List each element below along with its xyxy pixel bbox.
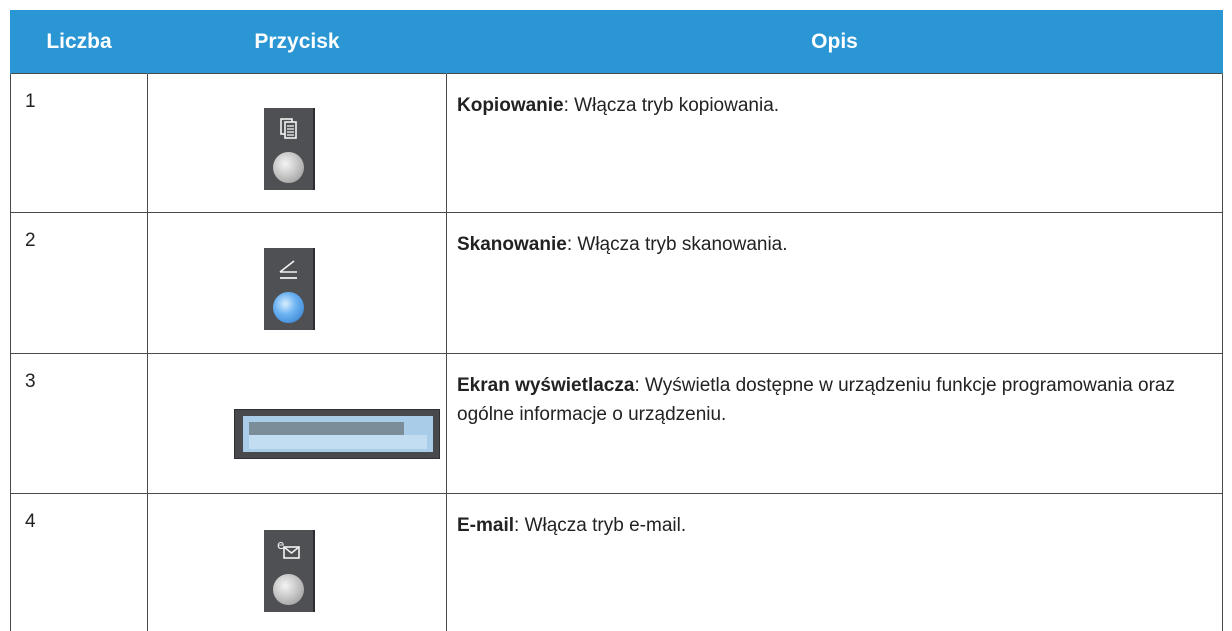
display-screen-icon — [234, 409, 440, 459]
row-button-cell — [148, 354, 447, 494]
row-description: Ekran wyświetlacza: Wyświetla dostępne w… — [447, 354, 1223, 494]
row-text: : Włącza tryb e-mail. — [514, 515, 686, 536]
row-title: Ekran wyświetlacza — [457, 375, 634, 396]
row-title: Kopiowanie — [457, 95, 564, 116]
scan-button-knob — [273, 292, 304, 323]
row-description: Skanowanie: Włącza tryb skanowania. — [447, 213, 1223, 354]
copy-button-knob — [273, 152, 304, 183]
scan-button-illustration — [264, 248, 315, 330]
table-row: 3 Ekran wyświetlacza: Wyświetla dostępne… — [11, 354, 1223, 494]
row-number: 1 — [11, 74, 148, 213]
row-title: E-mail — [457, 515, 514, 536]
copy-icon — [264, 112, 313, 146]
row-text: : Włącza tryb kopiowania. — [564, 95, 779, 116]
header-button: Przycisk — [148, 10, 447, 74]
table-row: 1 Kopiowanie — [11, 74, 1223, 213]
row-description: Kopiowanie: Włącza tryb kopiowania. — [447, 74, 1223, 213]
row-number: 4 — [11, 494, 148, 631]
email-button-knob — [273, 574, 304, 605]
email-icon: e — [264, 534, 313, 568]
email-button-illustration: e — [264, 530, 315, 612]
control-panel-table: Liczba Przycisk Opis 1 — [10, 10, 1223, 631]
row-number: 3 — [11, 354, 148, 494]
display-screen-bar — [249, 422, 404, 435]
control-panel-table-container: Liczba Przycisk Opis 1 — [10, 10, 1222, 631]
row-number: 2 — [11, 213, 148, 354]
row-description: E-mail: Włącza tryb e-mail. — [447, 494, 1223, 631]
display-screen-shade — [249, 435, 427, 449]
header-description: Opis — [447, 10, 1223, 74]
row-text: : Włącza tryb skanowania. — [567, 234, 788, 255]
row-button-cell — [148, 74, 447, 213]
table-row: 2 Skanowanie: Włącza tryb skanowania. — [11, 213, 1223, 354]
table-row: 4 e E-mail: Włącza tryb e-mail. — [11, 494, 1223, 631]
row-title: Skanowanie — [457, 234, 567, 255]
scan-icon — [264, 252, 313, 286]
header-number: Liczba — [11, 10, 148, 74]
display-screen-lcd — [243, 416, 433, 452]
table-header-row: Liczba Przycisk Opis — [11, 10, 1223, 74]
row-button-cell — [148, 213, 447, 354]
row-button-cell: e — [148, 494, 447, 631]
copy-button-illustration — [264, 108, 315, 190]
